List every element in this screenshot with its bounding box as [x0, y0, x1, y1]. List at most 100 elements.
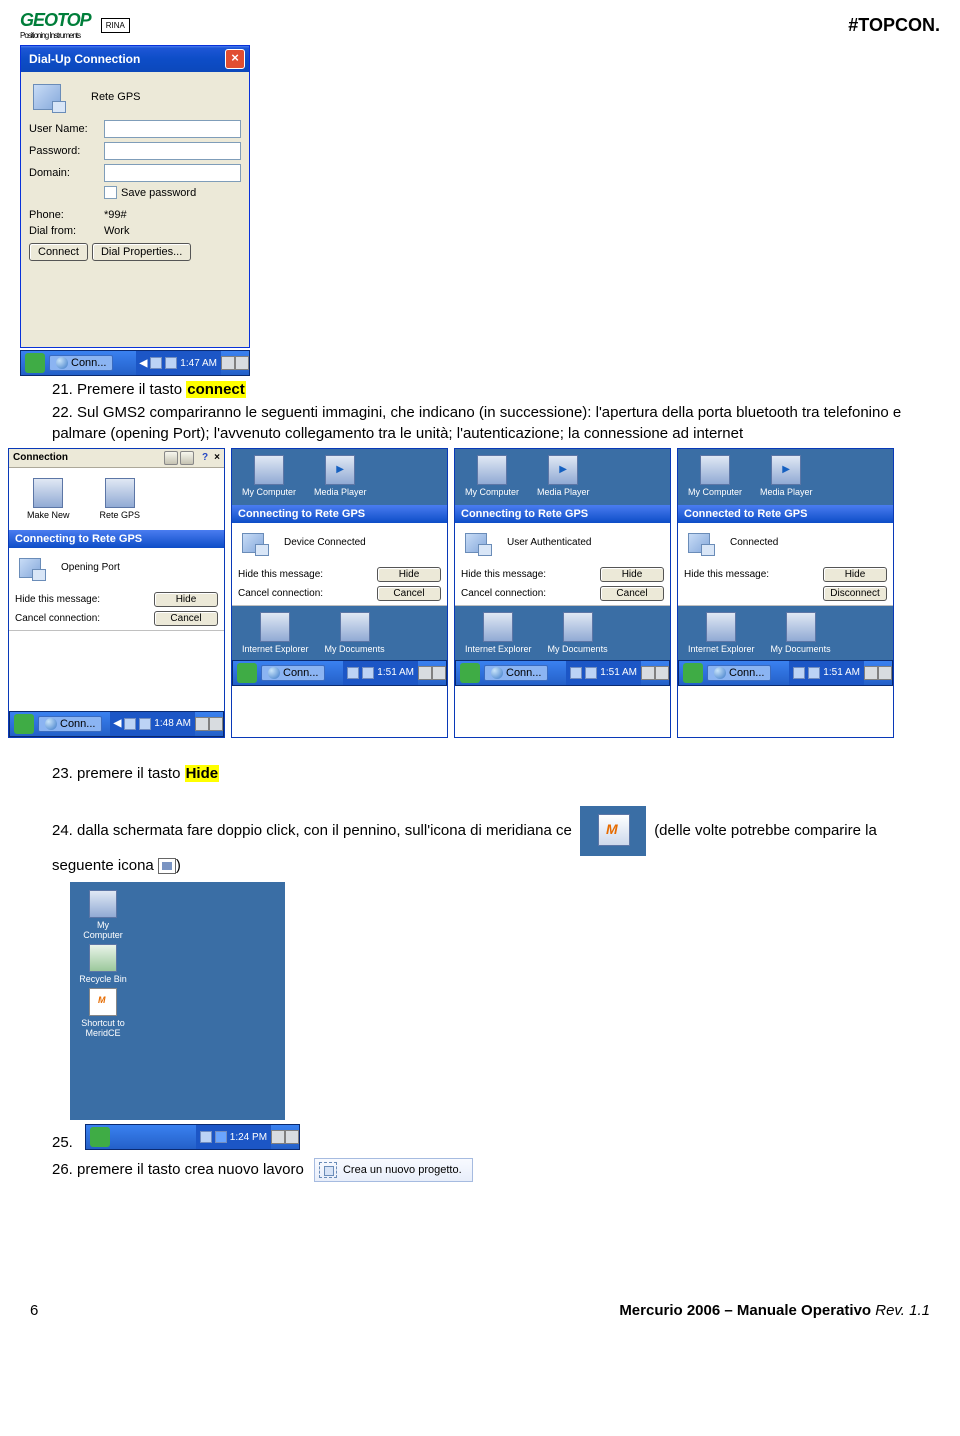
- rete-gps-icon[interactable]: Rete GPS: [100, 478, 141, 520]
- status-text: User Authenticated: [507, 537, 592, 548]
- desktop-icon[interactable]: [235, 356, 249, 370]
- hide-button[interactable]: Hide: [600, 567, 664, 582]
- step-24: 24. dalla schermata fare doppio click, c…: [52, 806, 940, 876]
- toolbar-icon[interactable]: [180, 451, 194, 465]
- new-project-button[interactable]: Crea un nuovo progetto.: [314, 1158, 473, 1182]
- status-banner: Connecting to Rete GPS: [232, 505, 447, 523]
- dialfrom-label: Dial from:: [29, 225, 104, 237]
- username-input[interactable]: [104, 120, 241, 138]
- connection-icon: [465, 533, 487, 553]
- step-21: 21. Premere il tasto connect: [52, 380, 940, 400]
- screenshot-desktop: My Computer Recycle Bin Shortcut to Meri…: [70, 882, 285, 1120]
- username-label: User Name:: [29, 123, 104, 135]
- taskbar-shot3: Conn... 1:51 AM: [455, 660, 670, 686]
- tray-expand-icon[interactable]: ◀: [140, 358, 148, 369]
- my-computer-icon[interactable]: My Computer: [78, 890, 128, 940]
- logo-header: GEOTOP Positioning Instruments RINA #TOP…: [20, 10, 940, 40]
- tray-icon[interactable]: [165, 357, 177, 369]
- status-banner: Connected to Rete GPS: [678, 505, 893, 523]
- dialog-titlebar: Dial-Up Connection ×: [21, 46, 249, 72]
- domain-label: Domain:: [29, 167, 104, 179]
- my-documents-icon[interactable]: My Documents: [771, 612, 831, 654]
- status-banner: Connecting to Rete GPS: [455, 505, 670, 523]
- hide-button[interactable]: Hide: [823, 567, 887, 582]
- connection-icon: [688, 533, 710, 553]
- my-computer-icon[interactable]: My Computer: [242, 455, 296, 497]
- meridiana-icon: [580, 806, 646, 856]
- start-button[interactable]: [683, 663, 703, 683]
- page-number: 6: [30, 1302, 38, 1319]
- my-documents-icon[interactable]: My Documents: [548, 612, 608, 654]
- hide-button[interactable]: Hide: [154, 592, 218, 607]
- password-input[interactable]: [104, 142, 241, 160]
- start-button[interactable]: [25, 353, 45, 373]
- tray-icon[interactable]: [150, 357, 162, 369]
- domain-input[interactable]: [104, 164, 241, 182]
- taskbar-shot1: Conn... ◀1:48 AM: [9, 711, 224, 737]
- taskbar-item[interactable]: Conn...: [261, 665, 325, 681]
- close-button[interactable]: ×: [225, 49, 245, 69]
- ie-icon[interactable]: Internet Explorer: [242, 612, 309, 654]
- disconnect-button[interactable]: Disconnect: [823, 586, 887, 601]
- hide-button[interactable]: Hide: [377, 567, 441, 582]
- sip-icon[interactable]: [221, 356, 235, 370]
- step-23: 23. premere il tasto Hide: [52, 764, 940, 784]
- my-computer-icon[interactable]: My Computer: [465, 455, 519, 497]
- phone-value: *99#: [104, 209, 241, 221]
- my-documents-icon[interactable]: My Documents: [325, 612, 385, 654]
- help-icon[interactable]: ?: [202, 452, 208, 463]
- logo-geotop: GEOTOP Positioning Instruments: [20, 10, 91, 40]
- connection-name: Rete GPS: [91, 91, 141, 103]
- start-button[interactable]: [237, 663, 257, 683]
- save-password-checkbox[interactable]: [104, 186, 117, 199]
- globe-icon: [45, 718, 57, 730]
- connect-button[interactable]: Connect: [29, 243, 88, 261]
- cancel-button[interactable]: Cancel: [600, 586, 664, 601]
- new-project-icon: [319, 1162, 337, 1178]
- media-player-icon[interactable]: Media Player: [537, 455, 590, 497]
- start-button[interactable]: [14, 714, 34, 734]
- dial-properties-button[interactable]: Dial Properties...: [92, 243, 191, 261]
- my-computer-icon[interactable]: My Computer: [688, 455, 742, 497]
- status-text: Connected: [730, 537, 778, 548]
- footer-title: Mercurio 2006 – Manuale Operativo Rev. 1…: [619, 1302, 930, 1319]
- cancel-button[interactable]: Cancel: [154, 611, 218, 626]
- phone-label: Phone:: [29, 209, 104, 221]
- step-25: 25. 1:24 PM: [52, 1124, 940, 1153]
- taskbar-item[interactable]: Conn...: [707, 665, 771, 681]
- screenshot-3: My Computer Media Player Connecting to R…: [454, 448, 671, 738]
- dialfrom-value: Work: [104, 225, 241, 237]
- taskbar-shot2: Conn... 1:51 AM: [232, 660, 447, 686]
- ie-icon[interactable]: Internet Explorer: [688, 612, 755, 654]
- media-player-icon[interactable]: Media Player: [314, 455, 367, 497]
- screenshot-4: My Computer Media Player Connected to Re…: [677, 448, 894, 738]
- save-password-label: Save password: [121, 187, 196, 199]
- dialup-dialog: Dial-Up Connection × Rete GPS User Name:…: [20, 45, 250, 348]
- status-text: Opening Port: [61, 562, 120, 573]
- page-footer: 6 Mercurio 2006 – Manuale Operativo Rev.…: [20, 1302, 940, 1319]
- cancel-button[interactable]: Cancel: [377, 586, 441, 601]
- taskbar-item[interactable]: Conn...: [38, 716, 102, 732]
- screenshot-1: Connection ? × Make New Rete GPS Connect…: [8, 448, 225, 738]
- step-26: 26. premere il tasto crea nuovo lavoro C…: [52, 1158, 940, 1182]
- start-button[interactable]: [460, 663, 480, 683]
- step-22: 22. Sul GMS2 compariranno le seguenti im…: [52, 403, 940, 444]
- close-icon[interactable]: ×: [214, 452, 220, 463]
- connection-icon: [19, 558, 41, 578]
- taskbar-1: Conn... ◀ 1:47 AM: [20, 350, 250, 376]
- connection-icon: [242, 533, 264, 553]
- media-player-icon[interactable]: Media Player: [760, 455, 813, 497]
- ie-icon[interactable]: Internet Explorer: [465, 612, 532, 654]
- globe-icon: [56, 357, 68, 369]
- dialog-title: Dial-Up Connection: [29, 52, 140, 66]
- logo-rina: RINA: [101, 18, 130, 33]
- meridce-shortcut-icon[interactable]: Shortcut to MeridCE: [78, 988, 128, 1038]
- taskbar-item[interactable]: Conn...: [484, 665, 548, 681]
- recycle-bin-icon[interactable]: Recycle Bin: [78, 944, 128, 984]
- logo-topcon: #TOPCON.: [848, 15, 940, 36]
- taskbar-item-conn[interactable]: Conn...: [49, 355, 113, 371]
- tray-time: 1:47 AM: [180, 358, 217, 369]
- make-new-icon[interactable]: Make New: [27, 478, 70, 520]
- start-button[interactable]: [90, 1127, 110, 1147]
- toolbar-icon[interactable]: [164, 451, 178, 465]
